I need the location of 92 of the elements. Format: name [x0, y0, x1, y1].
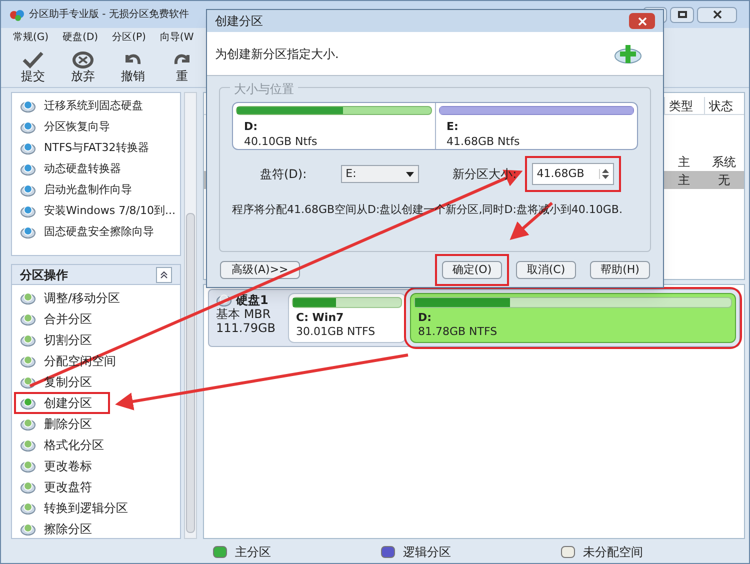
disk-icon	[20, 438, 36, 452]
toolbar-button[interactable]: 放弃	[71, 51, 95, 84]
toolbar-button[interactable]: 重	[171, 51, 193, 84]
toolbar-button[interactable]: 提交	[21, 51, 45, 84]
operation-item[interactable]: 更改卷标	[44, 457, 92, 475]
disk-icon	[20, 417, 36, 431]
disk-icon	[20, 354, 36, 368]
close-button[interactable]	[697, 6, 737, 22]
partition-detail: 30.01GB NTFS	[295, 325, 376, 339]
disk-icon	[20, 291, 36, 305]
partition-name: E:	[446, 119, 460, 134]
operation-item[interactable]: 擦除分区	[44, 520, 92, 538]
disk-icon	[20, 333, 36, 347]
dialog-button[interactable]: 帮助(H)	[590, 261, 650, 279]
down-arrow-icon[interactable]	[602, 175, 609, 179]
app-logo-icon	[9, 8, 25, 22]
checkmark-icon	[22, 51, 44, 69]
operation-item[interactable]: 创建分区	[44, 394, 92, 412]
table-cell-text: 主	[677, 172, 691, 189]
legend-label: 主分区	[235, 544, 271, 561]
table-cell-text: 主	[677, 154, 691, 171]
disk-icon	[20, 225, 36, 239]
dialog-button[interactable]: 取消(C)	[516, 261, 576, 279]
wizard-item[interactable]: 动态硬盘转换器	[44, 160, 121, 178]
wizard-item[interactable]: 固态硬盘安全擦除向导	[44, 224, 154, 240]
partition-detail: 40.10GB Ntfs	[243, 134, 318, 149]
disk-size: 111.79GB	[216, 321, 277, 335]
operation-item[interactable]: 复制分区	[44, 373, 92, 391]
partition-name: C: Win7	[295, 311, 345, 325]
operation-item[interactable]: 格式化分区	[44, 436, 104, 454]
collapse-button[interactable]	[156, 266, 172, 282]
wizard-item[interactable]: 安装Windows 7/8/10到...	[44, 202, 176, 220]
disk-icon	[20, 99, 36, 113]
panel-title: 分区操作	[20, 266, 68, 284]
wizard-item[interactable]: NTFS与FAT32转换器	[44, 140, 149, 156]
menu-item[interactable]: 常规(G)	[13, 30, 49, 44]
window-title: 分区助手专业版 - 无损分区免费软件	[29, 8, 189, 22]
disk-icon	[20, 312, 36, 326]
column-header[interactable]: 状态	[704, 97, 744, 114]
operation-item[interactable]: 转换到逻辑分区	[44, 499, 128, 517]
dialog-title: 创建分区	[215, 13, 263, 30]
close-icon	[712, 10, 722, 19]
disk-icon	[216, 293, 232, 307]
disk-icon	[20, 396, 36, 410]
table-cell-text: 系统	[711, 154, 737, 171]
disk-icon	[20, 162, 36, 176]
close-icon	[638, 16, 646, 26]
menu-item[interactable]: 向导(W	[160, 30, 194, 44]
partition-detail: 41.68GB Ntfs	[446, 134, 521, 149]
partition-block[interactable]: C: Win7 30.01GB NTFS	[288, 293, 406, 343]
scrollbar[interactable]	[184, 92, 197, 539]
partition-block[interactable]: E: 41.68GB Ntfs	[434, 103, 637, 149]
close-button[interactable]	[629, 13, 655, 29]
maximize-button[interactable]	[670, 6, 694, 22]
toolbar-button[interactable]: 撤销	[121, 51, 145, 84]
dialog-heading: 为创建新分区指定大小.	[215, 46, 339, 62]
wizard-item[interactable]: 启动光盘制作向导	[44, 182, 132, 198]
caret-icon	[406, 172, 414, 176]
up-arrow-icon[interactable]	[602, 169, 609, 173]
legend-label: 未分配空间	[583, 544, 643, 561]
collapse-icon	[160, 270, 168, 278]
wizard-item[interactable]: 分区恢复向导	[44, 118, 110, 136]
operation-item[interactable]: 更改盘符	[44, 478, 92, 496]
disk-icon	[20, 141, 36, 155]
partition-name: D:	[243, 119, 259, 134]
dialog-button[interactable]: 确定(O)	[442, 261, 502, 279]
disk-icon	[20, 480, 36, 494]
menu-item[interactable]: 分区(P)	[112, 30, 146, 44]
partition-detail: 81.78GB NTFS	[417, 325, 498, 339]
drive-letter-label: 盘符(D):	[260, 166, 307, 183]
menu-item[interactable]: 硬盘(D)	[62, 30, 98, 44]
disk-icon	[20, 522, 36, 536]
table-cell-text: 无	[717, 172, 731, 189]
drive-letter-dropdown[interactable]: E:	[340, 165, 419, 183]
operation-item[interactable]: 合并分区	[44, 310, 92, 328]
legend-label: 逻辑分区	[403, 544, 451, 561]
group-label: 大小与位置	[230, 80, 298, 98]
disk-icon	[20, 183, 36, 197]
disk-icon	[20, 204, 36, 218]
disk-icon	[20, 459, 36, 473]
size-spinbox[interactable]: 41.68GB	[532, 163, 614, 185]
disk-type: 基本 MBR	[216, 307, 272, 321]
wizard-item[interactable]: 迁移系统到固态硬盘	[44, 98, 143, 114]
operation-item[interactable]: 调整/移动分区	[44, 289, 120, 307]
cancel-icon	[72, 51, 94, 69]
operation-item[interactable]: 删除分区	[44, 415, 92, 433]
disk-icon	[20, 120, 36, 134]
partition-block[interactable]: D: 40.10GB Ntfs	[233, 103, 434, 149]
operation-item[interactable]: 切割分区	[44, 331, 92, 349]
dialog-button[interactable]: 高级(A)>>	[220, 261, 300, 279]
disk-icon	[20, 501, 36, 515]
partition-name: D:	[417, 311, 433, 325]
